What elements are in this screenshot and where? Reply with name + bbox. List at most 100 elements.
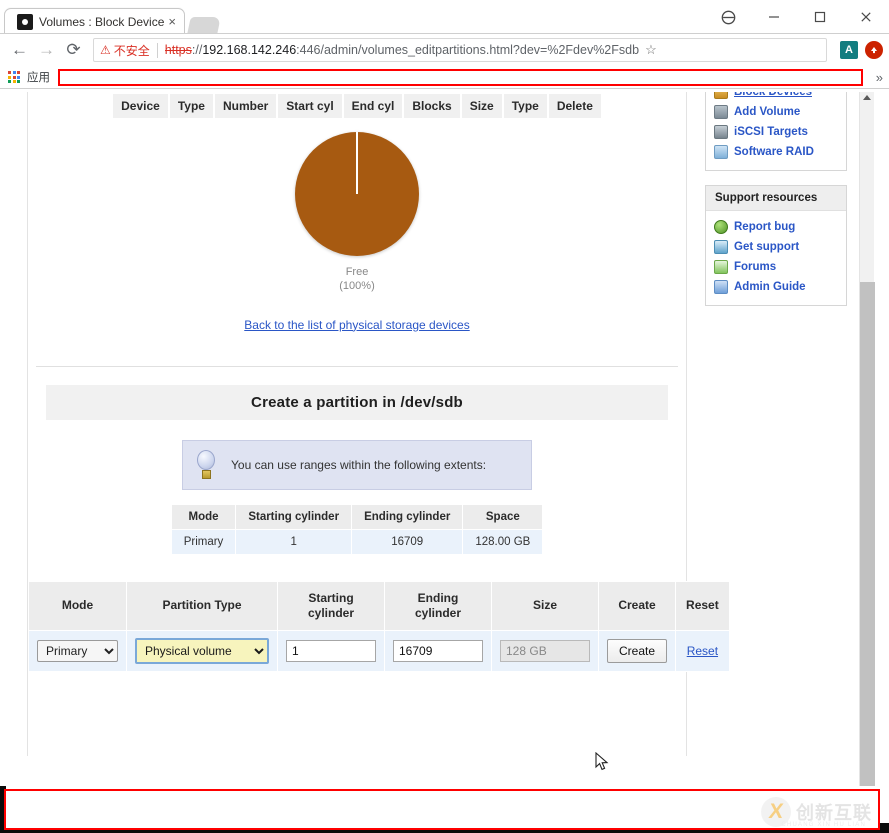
cell-create: Create <box>599 631 675 671</box>
cell-partition-type: Physical volumeLinuxLinux swapLinux LVME… <box>127 631 277 671</box>
extents-th-space: Space <box>463 505 542 529</box>
minimize-button[interactable] <box>751 2 797 32</box>
sidebar-label-admin-guide: Admin Guide <box>734 281 806 293</box>
sidebar-item-report-bug[interactable]: Report bug <box>706 217 846 237</box>
forward-icon[interactable]: → <box>33 37 60 64</box>
add-volume-icon <box>714 105 728 119</box>
size-input <box>500 640 590 662</box>
extents-th-mode: Mode <box>172 505 236 529</box>
apps-grid-icon[interactable] <box>8 71 20 83</box>
back-link-container: Back to the list of physical storage dev… <box>28 316 686 334</box>
sidebar-label-iscsi-targets: iSCSI Targets <box>734 126 808 138</box>
th-number: Number <box>215 94 276 118</box>
scroll-up-arrow-icon[interactable] <box>863 95 871 100</box>
th-type: Type <box>170 94 213 118</box>
forums-icon <box>714 260 728 274</box>
address-bar[interactable]: ⚠ 不安全 https://192.168.142.246:446/admin/… <box>93 38 827 62</box>
watermark-subtext: CHUANG XIN HU LIAN <box>781 822 866 828</box>
cell-ending-cylinder <box>385 631 491 671</box>
sidebar-item-software-raid[interactable]: Software RAID <box>706 142 846 162</box>
form-th-create: Create <box>599 582 675 630</box>
url-scheme: https <box>165 43 192 57</box>
get-support-icon <box>714 240 728 254</box>
disk-usage-chart: Free (100%) <box>28 120 686 294</box>
browser-toolbar: ← → ⟳ ⚠ 不安全 https://192.168.142.246:446/… <box>0 34 889 66</box>
partition-type-select[interactable]: Physical volumeLinuxLinux swapLinux LVME… <box>135 638 269 664</box>
create-partition-heading: Create a partition in /dev/sdb <box>46 385 668 420</box>
bookmarks-overflow-icon[interactable]: » <box>876 70 883 85</box>
bottom-redaction-box: X 创新互联 CHUANG XIN HU LIAN <box>4 789 880 830</box>
bug-icon <box>714 220 728 234</box>
reset-link[interactable]: Reset <box>687 644 718 658</box>
sidebar-item-iscsi-targets[interactable]: iSCSI Targets <box>706 122 846 142</box>
bookmark-star-icon[interactable]: ☆ <box>645 42 657 58</box>
create-form-header-row: Mode Partition Type Startingcylinder End… <box>29 582 729 630</box>
tab-close-icon[interactable]: × <box>168 15 176 28</box>
warning-triangle-icon: ⚠ <box>100 43 111 57</box>
sidebar-label-get-support: Get support <box>734 241 799 253</box>
hint-text: You can use ranges within the following … <box>231 458 486 472</box>
extents-th-end: Ending cylinder <box>352 505 462 529</box>
browser-window: Volumes : Block Device × ← → ⟳ <box>0 0 889 833</box>
sidebar-label-forums: Forums <box>734 261 776 273</box>
starting-cylinder-input[interactable] <box>286 640 376 662</box>
th-blocks: Blocks <box>404 94 459 118</box>
new-tab-button[interactable] <box>187 17 221 34</box>
tab-favicon-icon <box>17 14 33 30</box>
navigation-card: Block Devices Add Volume iSCSI Targets S… <box>705 92 847 171</box>
sidebar-label-block-devices: Block Devices <box>734 92 812 98</box>
vertical-scroll-thumb[interactable] <box>860 282 875 786</box>
partition-table: Device Type Number Start cyl End cyl Blo… <box>111 92 603 120</box>
extents-row: Primary 1 16709 128.00 GB <box>172 530 543 554</box>
sidebar-label-add-volume: Add Volume <box>734 106 800 118</box>
sidebar-item-admin-guide[interactable]: Admin Guide <box>706 277 846 297</box>
pie-slice-divider <box>356 132 358 194</box>
right-sidebar: Block Devices Add Volume iSCSI Targets S… <box>705 92 847 320</box>
page-vertical-scrollbar[interactable] <box>859 92 874 786</box>
th-end-cyl: End cyl <box>344 94 403 118</box>
extents-end: 16709 <box>352 530 462 554</box>
page-viewport: Device Type Number Start cyl End cyl Blo… <box>0 92 889 786</box>
ending-cylinder-input[interactable] <box>393 640 483 662</box>
opera-extension-icon[interactable] <box>865 41 883 59</box>
create-button[interactable]: Create <box>607 639 667 663</box>
pie-legend: Free (100%) <box>28 266 686 294</box>
url-text: https://192.168.142.246:446/admin/volume… <box>165 43 639 57</box>
content-divider <box>36 366 678 367</box>
browser-tab[interactable]: Volumes : Block Device × <box>4 8 185 34</box>
toolbar-divider <box>0 88 889 89</box>
profile-icon[interactable] <box>705 2 751 32</box>
watermark-mark: X <box>768 801 785 822</box>
create-partition-form: Mode Partition Type Startingcylinder End… <box>28 581 730 672</box>
sidebar-item-get-support[interactable]: Get support <box>706 237 846 257</box>
th-size: Size <box>462 94 502 118</box>
close-button[interactable] <box>843 2 889 32</box>
watermark-text: 创新互联 <box>796 799 872 825</box>
form-th-reset: Reset <box>676 582 729 630</box>
back-icon[interactable]: ← <box>6 37 33 64</box>
sidebar-item-add-volume[interactable]: Add Volume <box>706 102 846 122</box>
extents-th-start: Starting cylinder <box>236 505 351 529</box>
pie-legend-percent: (100%) <box>28 280 686 294</box>
window-controls <box>705 0 889 34</box>
lightbulb-icon <box>195 450 217 480</box>
adblock-extension-icon[interactable]: A <box>840 41 858 59</box>
form-th-partition-type: Partition Type <box>127 582 277 630</box>
sidebar-item-forums[interactable]: Forums <box>706 257 846 277</box>
extents-space: 128.00 GB <box>463 530 542 554</box>
url-path: :446/admin/volumes_editpartitions.html?d… <box>296 43 639 57</box>
mode-select[interactable]: PrimaryExtended <box>37 640 118 662</box>
bookmarks-bar: 应用 » <box>0 66 889 88</box>
admin-guide-icon <box>714 280 728 294</box>
maximize-button[interactable] <box>797 2 843 32</box>
support-resources-title: Support resources <box>706 186 846 211</box>
bookmark-apps-label[interactable]: 应用 <box>27 69 50 85</box>
main-content: Device Type Number Start cyl End cyl Blo… <box>27 92 687 756</box>
watermark: X 创新互联 CHUANG XIN HU LIAN <box>761 793 872 830</box>
sidebar-label-software-raid: Software RAID <box>734 146 814 158</box>
reload-icon[interactable]: ⟳ <box>60 37 87 64</box>
form-th-ending-cylinder: Endingcylinder <box>385 582 491 630</box>
back-to-devices-link[interactable]: Back to the list of physical storage dev… <box>244 318 469 332</box>
sidebar-item-block-devices[interactable]: Block Devices <box>706 92 846 102</box>
hint-box: You can use ranges within the following … <box>182 440 532 490</box>
